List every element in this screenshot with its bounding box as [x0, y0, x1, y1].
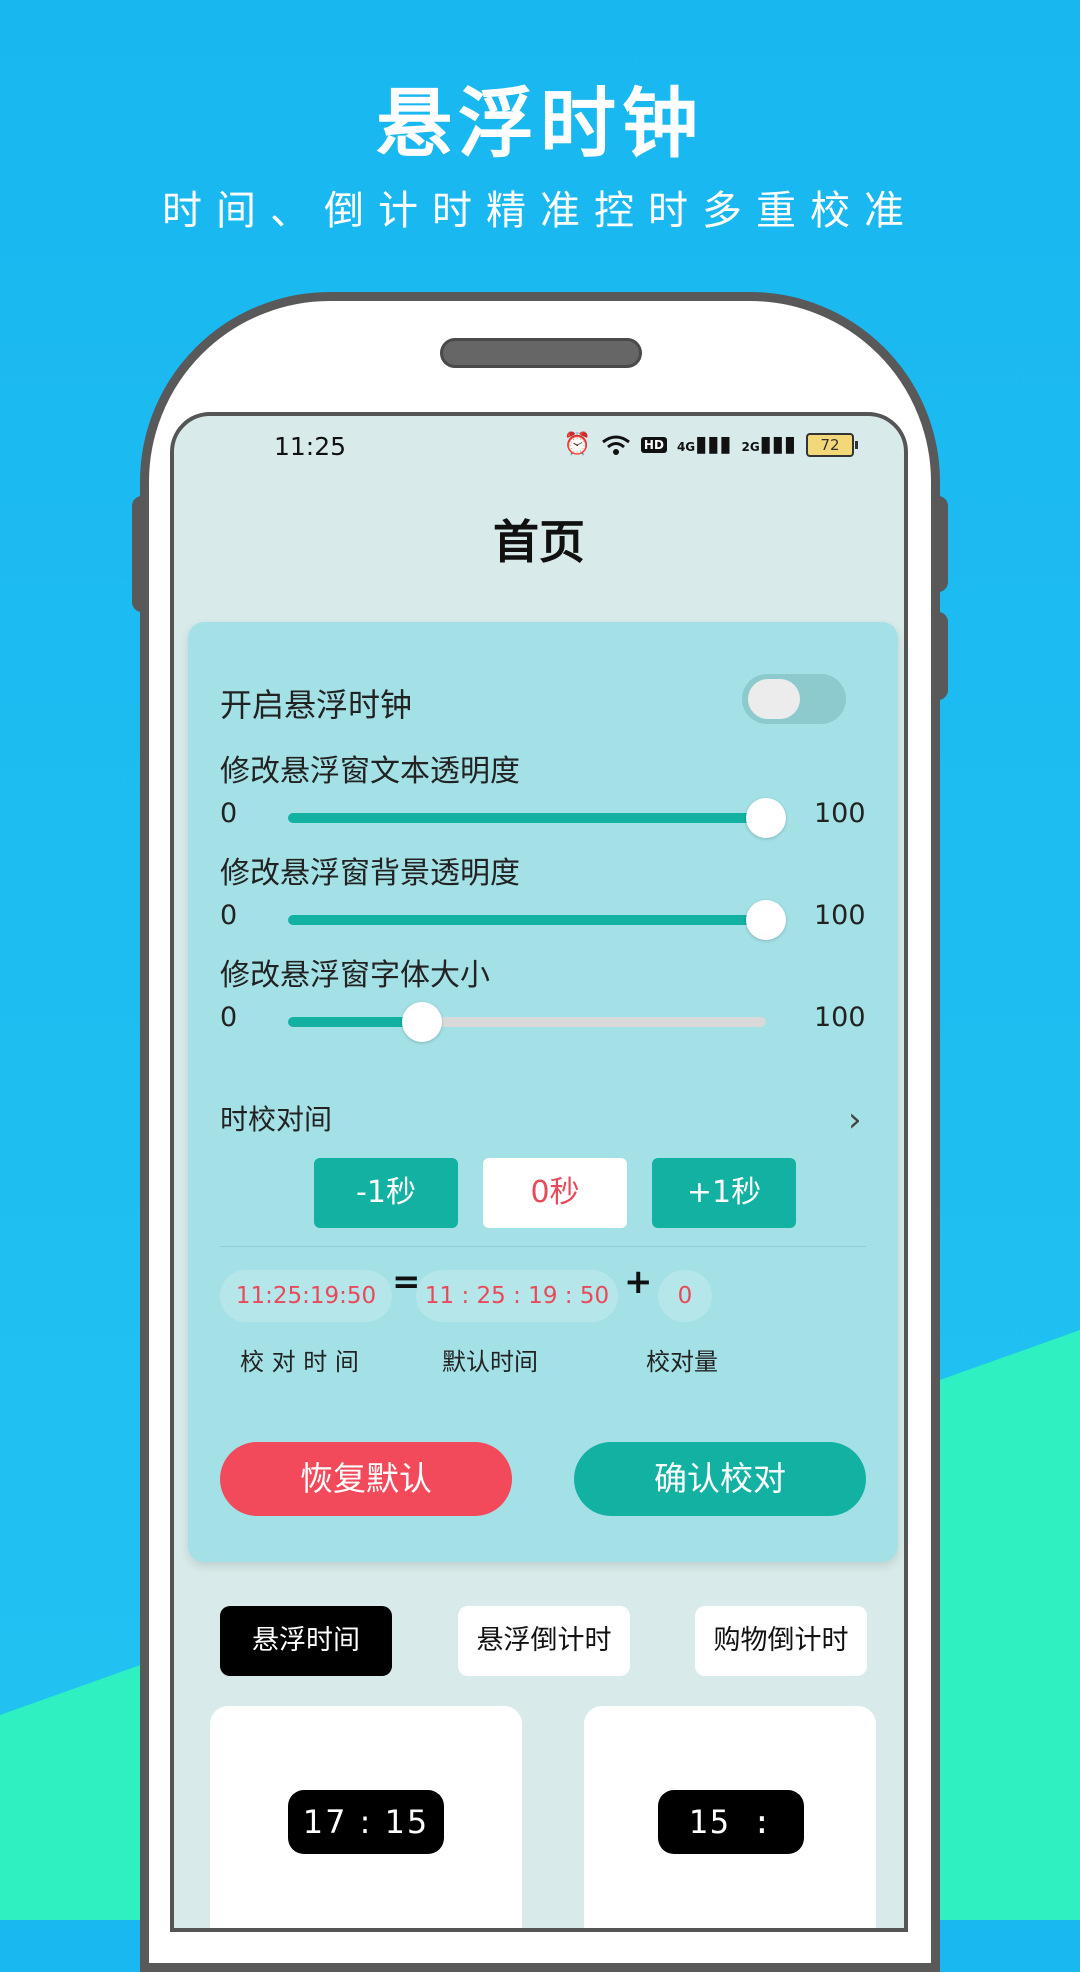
minus-one-second-button[interactable]: -1秒	[314, 1158, 458, 1228]
slider-font-size-min: 0	[220, 1002, 238, 1033]
phone-screen: 11:25 ⏰ HD 4G▮▮▮ 2G▮▮▮ 72 首页 开启悬浮时钟 修改悬浮…	[170, 412, 908, 1932]
signal-2g-icon: 2G▮▮▮	[741, 432, 796, 457]
slider-text-opacity-label: 修改悬浮窗文本透明度	[220, 754, 520, 789]
slider-font-size-max: 100	[814, 1002, 866, 1033]
offset-caption: 校对量	[646, 1348, 718, 1376]
signal-2g-label: 2G	[741, 440, 760, 454]
preview-card[interactable]: 15 : 15	[584, 1706, 876, 1928]
slider-bg-opacity[interactable]	[288, 900, 786, 940]
battery-icon: 72	[806, 432, 858, 457]
tab-floating-countdown[interactable]: 悬浮倒计时	[458, 1606, 630, 1676]
slider-knob[interactable]	[746, 900, 786, 940]
preview-clock: 15 : 15	[658, 1790, 804, 1905]
tab-floating-time[interactable]: 悬浮时间	[220, 1606, 392, 1676]
adjust-value-display: 0秒	[483, 1158, 627, 1228]
promo-subtitle: 时间、倒计时精准控时多重校准	[162, 188, 918, 234]
reset-default-button[interactable]: 恢复默认	[220, 1442, 512, 1516]
slider-text-opacity-min: 0	[220, 798, 238, 829]
calibrate-row-label[interactable]: 时校对间	[220, 1098, 332, 1138]
slider-font-size-label: 修改悬浮窗字体大小	[220, 958, 490, 993]
offset-pill: 0	[658, 1270, 712, 1322]
slider-knob[interactable]	[401, 1002, 442, 1042]
toggle-label: 开启悬浮时钟	[220, 686, 413, 724]
slider-fill	[288, 915, 766, 925]
plus-sign: +	[624, 1262, 653, 1302]
status-time: 11:25	[274, 432, 347, 461]
calibrated-time-pill: 11:25:19:50	[220, 1270, 392, 1322]
status-icons: ⏰ HD 4G▮▮▮ 2G▮▮▮ 72	[563, 432, 858, 457]
slider-bg-opacity-min: 0	[220, 900, 238, 931]
chevron-right-icon[interactable]: ›	[848, 1100, 862, 1140]
slider-knob[interactable]	[746, 798, 786, 838]
plus-one-second-button[interactable]: +1秒	[652, 1158, 796, 1228]
slider-font-size[interactable]	[288, 1002, 766, 1042]
hd-icon: HD	[640, 436, 667, 453]
divider	[220, 1246, 866, 1247]
signal-4g-icon: 4G▮▮▮	[676, 432, 732, 457]
floating-clock-toggle[interactable]	[742, 674, 846, 724]
settings-card: 开启悬浮时钟 修改悬浮窗文本透明度 0 100 修改悬浮窗背景透明度 0 100…	[188, 622, 898, 1562]
slider-text-opacity-max: 100	[814, 798, 866, 829]
slider-text-opacity[interactable]	[288, 798, 786, 838]
default-time-caption: 默认时间	[442, 1348, 538, 1376]
signal-4g-label: 4G	[676, 440, 696, 454]
slider-bg-opacity-label: 修改悬浮窗背景透明度	[220, 856, 520, 891]
page-title: 首页	[493, 515, 585, 569]
preview-card[interactable]: 17 : 15	[210, 1706, 522, 1928]
wifi-icon	[602, 435, 630, 455]
calibrated-time-caption: 校 对 时 间	[240, 1348, 359, 1376]
preview-clock: 17 : 15	[288, 1790, 444, 1854]
promo-title: 悬浮时钟	[376, 79, 704, 168]
slider-fill	[288, 813, 766, 823]
alarm-icon: ⏰	[563, 432, 591, 457]
confirm-calibration-button[interactable]: 确认校对	[574, 1442, 866, 1516]
tab-shopping-countdown[interactable]: 购物倒计时	[695, 1606, 867, 1676]
default-time-pill: 11 : 25 : 19 : 50	[416, 1270, 618, 1322]
slider-bg-opacity-max: 100	[814, 900, 866, 931]
toggle-knob	[748, 679, 800, 719]
phone-speaker	[440, 338, 642, 368]
